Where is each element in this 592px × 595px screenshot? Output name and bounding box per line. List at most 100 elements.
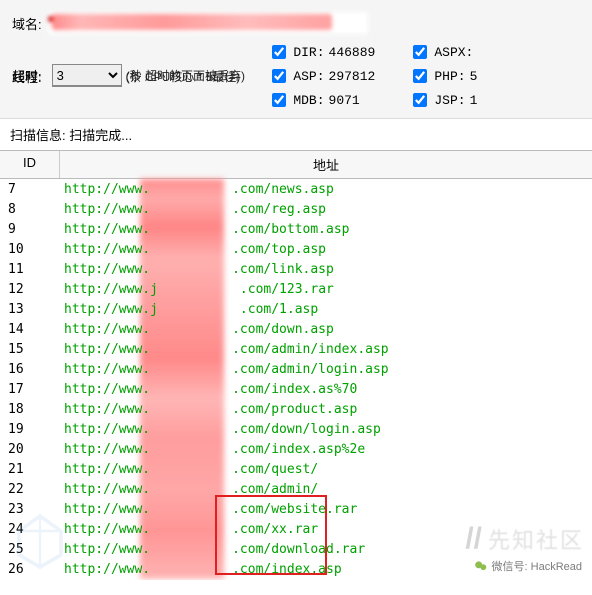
table-row[interactable]: 8http://www..com/reg.asp <box>0 199 592 219</box>
cell-url: http://www..com/reg.asp <box>60 202 592 217</box>
cell-id: 9 <box>0 222 60 237</box>
mdb-checkbox-row[interactable]: MDB: 9071 <box>268 90 375 110</box>
aspx-checkbox-row[interactable]: ASPX: <box>409 42 477 62</box>
table-row[interactable]: 18http://www..com/product.asp <box>0 399 592 419</box>
results-table: ID 地址 7http://www..com/news.asp8http://w… <box>0 150 592 580</box>
cell-url: http://www..com/admin/index.asp <box>60 342 592 357</box>
table-row[interactable]: 19http://www..com/down/login.asp <box>0 419 592 439</box>
cell-id: 15 <box>0 342 60 357</box>
jsp-checkbox-row[interactable]: JSP: 1 <box>409 90 477 110</box>
table-row[interactable]: 21http://www..com/quest/ <box>0 459 592 479</box>
php-value: 5 <box>470 69 478 84</box>
jsp-value: 1 <box>470 93 478 108</box>
table-row[interactable]: 17http://www..com/index.as%70 <box>0 379 592 399</box>
cell-url: http://www..com/index.asp <box>60 562 592 577</box>
domain-label: 域名: <box>12 14 42 33</box>
scan-status: 扫描完成... <box>69 128 132 143</box>
timeout-select[interactable]: 3 <box>52 64 122 86</box>
php-checkbox[interactable] <box>413 69 427 83</box>
scan-info-bar: 扫描信息: 扫描完成... <box>0 119 592 150</box>
col-header-url[interactable]: 地址 <box>60 151 592 178</box>
cell-id: 19 <box>0 422 60 437</box>
table-row[interactable]: 26http://www..com/index.asp <box>0 559 592 579</box>
cell-id: 23 <box>0 502 60 517</box>
table-row[interactable]: 23http://www..com/website.rar <box>0 499 592 519</box>
cell-id: 14 <box>0 322 60 337</box>
cell-id: 21 <box>0 462 60 477</box>
mdb-checkbox[interactable] <box>272 93 286 107</box>
asp-checkbox-row[interactable]: ASP: 297812 <box>268 66 375 86</box>
cell-id: 26 <box>0 562 60 577</box>
aspx-label: ASPX: <box>434 45 473 60</box>
table-header: ID 地址 <box>0 150 592 179</box>
cell-url: http://www..com/product.asp <box>60 402 592 417</box>
cell-id: 18 <box>0 402 60 417</box>
mdb-value: 9071 <box>329 93 360 108</box>
table-row[interactable]: 9http://www..com/bottom.asp <box>0 219 592 239</box>
table-row[interactable]: 12http://www.j.com/123.rar <box>0 279 592 299</box>
jsp-checkbox[interactable] <box>413 93 427 107</box>
table-row[interactable]: 15http://www..com/admin/index.asp <box>0 339 592 359</box>
dir-checkbox[interactable] <box>272 45 286 59</box>
table-row[interactable]: 16http://www..com/admin/login.asp <box>0 359 592 379</box>
table-row[interactable]: 14http://www..com/down.asp <box>0 319 592 339</box>
cell-url: http://www..com/down/login.asp <box>60 422 592 437</box>
cell-url: http://www..com/admin/login.asp <box>60 362 592 377</box>
cell-url: http://www.j.com/1.asp <box>60 302 592 317</box>
col-header-id[interactable]: ID <box>0 151 60 178</box>
cell-url: http://www..com/down.asp <box>60 322 592 337</box>
cell-id: 16 <box>0 362 60 377</box>
cell-url: http://www..com/top.asp <box>60 242 592 257</box>
cell-url: http://www..com/bottom.asp <box>60 222 592 237</box>
cell-id: 12 <box>0 282 60 297</box>
dir-label: DIR: <box>293 45 324 60</box>
domain-row: 域名: <box>12 12 580 34</box>
table-row[interactable]: 25http://www..com/download.rar <box>0 539 592 559</box>
cell-id: 11 <box>0 262 60 277</box>
table-row[interactable]: 20http://www..com/index.asp%2e <box>0 439 592 459</box>
table-row[interactable]: 24http://www..com/xx.rar <box>0 519 592 539</box>
table-body: 7http://www..com/news.asp8http://www..co… <box>0 179 592 579</box>
cell-url: http://www..com/xx.rar <box>60 522 592 537</box>
jsp-label: JSP: <box>434 93 465 108</box>
cell-id: 20 <box>0 442 60 457</box>
cell-id: 22 <box>0 482 60 497</box>
cell-url: http://www..com/download.rar <box>60 542 592 557</box>
cell-id: 8 <box>0 202 60 217</box>
cell-url: http://www..com/news.asp <box>60 182 592 197</box>
cell-id: 10 <box>0 242 60 257</box>
php-checkbox-row[interactable]: PHP: 5 <box>409 66 477 86</box>
cell-id: 7 <box>0 182 60 197</box>
table-row[interactable]: 13http://www.j.com/1.asp <box>0 299 592 319</box>
table-row[interactable]: 7http://www..com/news.asp <box>0 179 592 199</box>
domain-input-redacted[interactable] <box>48 12 368 34</box>
table-row[interactable]: 22http://www..com/admin/ <box>0 479 592 499</box>
cell-id: 13 <box>0 302 60 317</box>
checkbox-column-1: DIR: 446889 ASP: 297812 MDB: 9071 <box>268 42 375 110</box>
cell-url: http://www..com/admin/ <box>60 482 592 497</box>
cell-url: http://www..com/website.rar <box>60 502 592 517</box>
cell-id: 17 <box>0 382 60 397</box>
asp-checkbox[interactable] <box>272 69 286 83</box>
timeout-hint: (秒 超时的页面被丢弃) <box>126 67 245 84</box>
cell-url: http://www.j.com/123.rar <box>60 282 592 297</box>
table-row[interactable]: 11http://www..com/link.asp <box>0 259 592 279</box>
cell-id: 24 <box>0 522 60 537</box>
aspx-checkbox[interactable] <box>413 45 427 59</box>
config-panel: 域名: 线程: 20 (条 CPU核心 * 5最佳) DIR: 446889 A… <box>0 0 592 119</box>
timeout-label: 超时: <box>12 66 42 85</box>
table-row[interactable]: 10http://www..com/top.asp <box>0 239 592 259</box>
cell-url: http://www..com/index.as%70 <box>60 382 592 397</box>
asp-value: 297812 <box>329 69 376 84</box>
checkbox-column-2: ASPX: PHP: 5 JSP: 1 <box>409 42 477 110</box>
scan-info-label: 扫描信息: <box>10 128 66 143</box>
cell-id: 25 <box>0 542 60 557</box>
dir-value: 446889 <box>329 45 376 60</box>
mdb-label: MDB: <box>293 93 324 108</box>
dir-checkbox-row[interactable]: DIR: 446889 <box>268 42 375 62</box>
cell-url: http://www..com/index.asp%2e <box>60 442 592 457</box>
cell-url: http://www..com/link.asp <box>60 262 592 277</box>
asp-label: ASP: <box>293 69 324 84</box>
php-label: PHP: <box>434 69 465 84</box>
cell-url: http://www..com/quest/ <box>60 462 592 477</box>
